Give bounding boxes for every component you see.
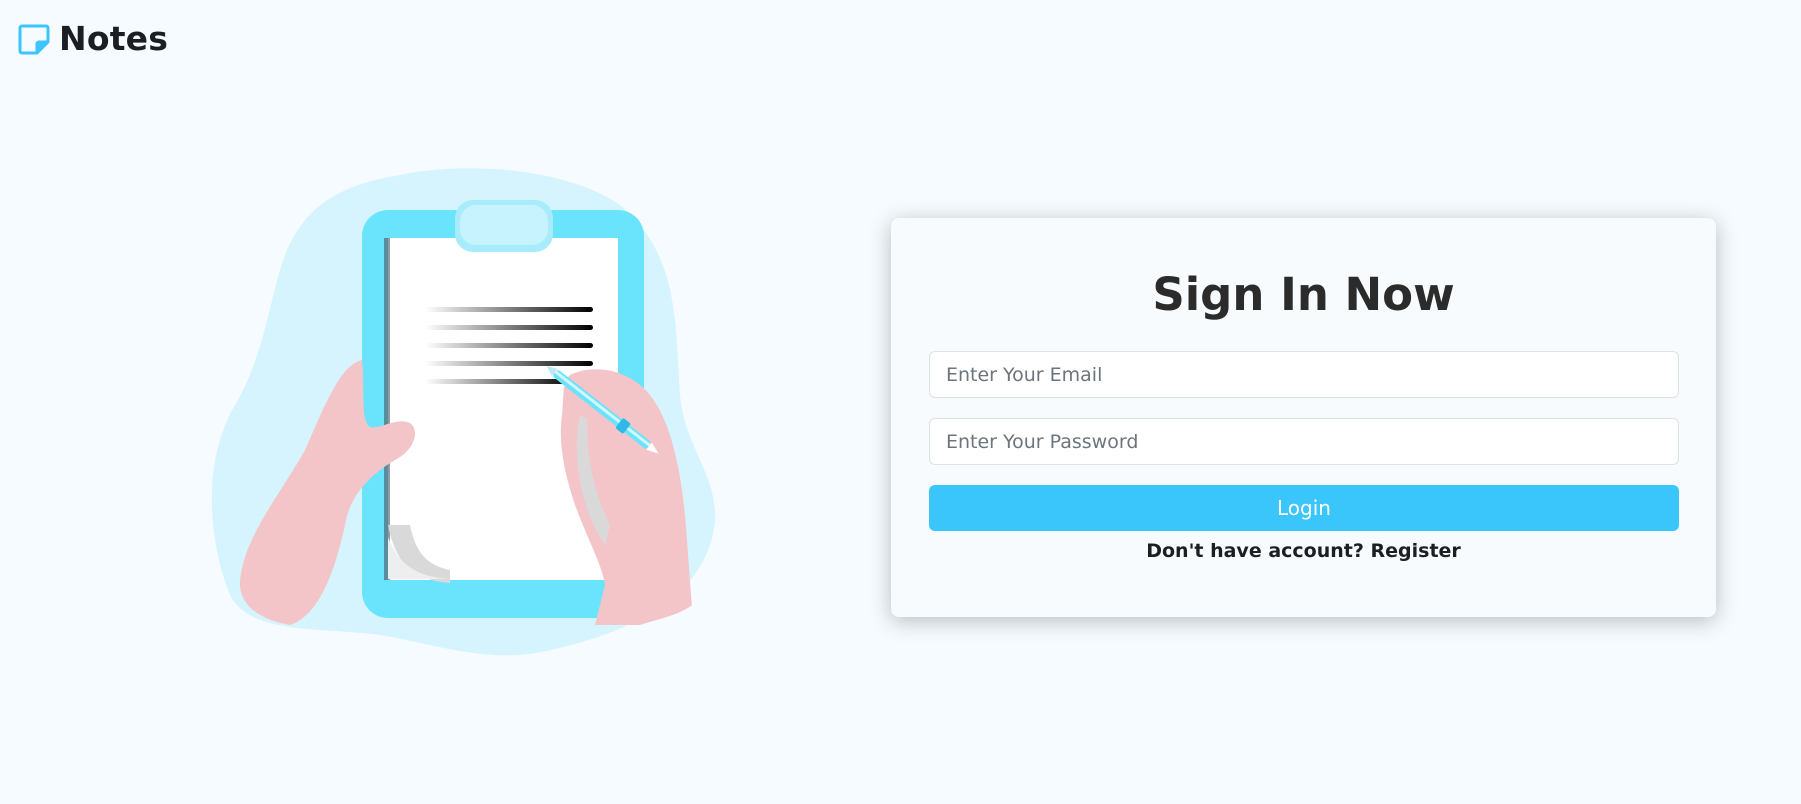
- clipboard-writing-illustration: [210, 165, 770, 675]
- login-card: Sign In Now Login Don't have account? Re…: [891, 218, 1716, 617]
- login-button[interactable]: Login: [929, 485, 1679, 531]
- password-field[interactable]: [929, 418, 1679, 465]
- register-link[interactable]: Register: [1371, 540, 1461, 562]
- register-prompt: Don't have account?: [1146, 540, 1371, 562]
- illustration-svg: [211, 168, 716, 656]
- brand-title: Notes: [59, 19, 169, 58]
- sticky-note-icon: [18, 24, 50, 54]
- email-field[interactable]: [929, 351, 1679, 398]
- brand-link[interactable]: Notes: [18, 22, 168, 55]
- login-title: Sign In Now: [1152, 268, 1455, 321]
- register-line: Don't have account? Register: [891, 540, 1716, 562]
